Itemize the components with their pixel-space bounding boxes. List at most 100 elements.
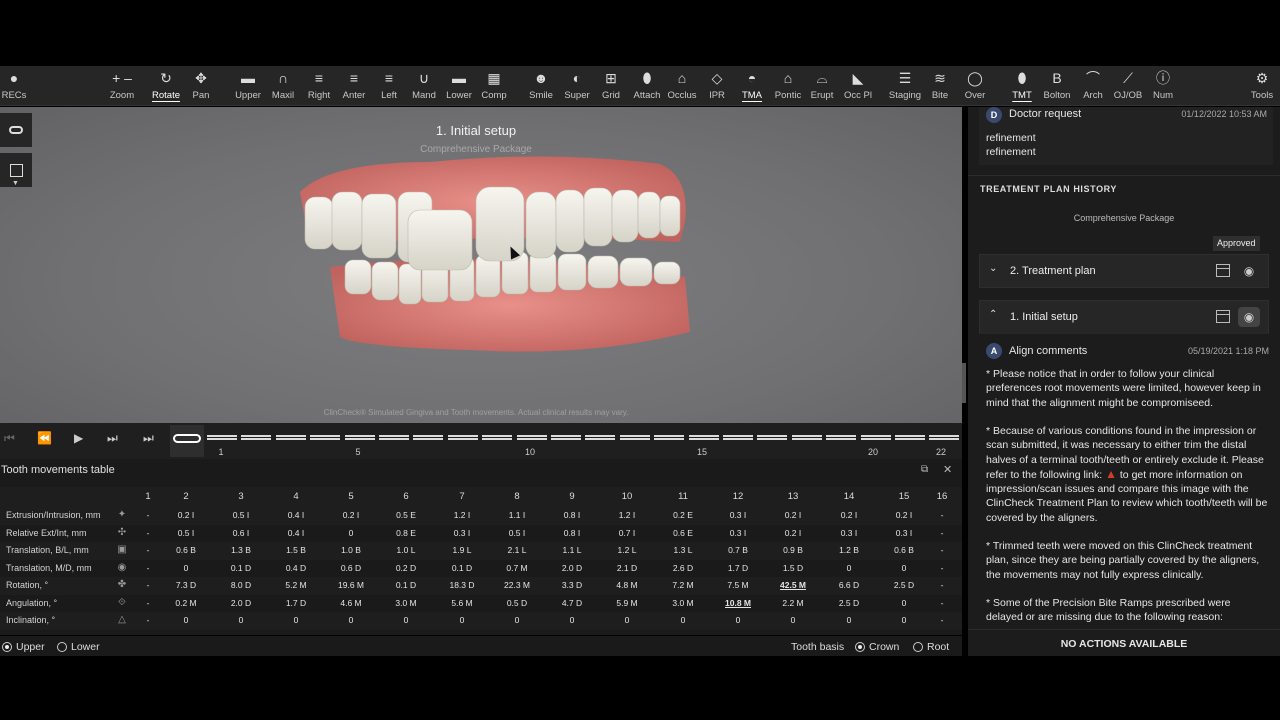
table-cell[interactable]: 0.7 B: [713, 545, 763, 555]
table-cell[interactable]: 7.2 M: [658, 580, 708, 590]
table-cell[interactable]: 6.6 D: [824, 580, 874, 590]
step-forward-icon[interactable]: ⏭: [107, 431, 118, 446]
table-cell[interactable]: 3.0 M: [658, 598, 708, 608]
skip-to-start-icon[interactable]: ⏮: [4, 431, 15, 446]
toolbar-recs-button[interactable]: ● RECs: [0, 68, 34, 104]
tooth-number[interactable]: 10: [607, 491, 647, 502]
tooth-number[interactable]: 13: [773, 491, 813, 502]
stage-bar[interactable]: [482, 435, 513, 440]
stage-bar[interactable]: [447, 435, 478, 440]
tooth-number[interactable]: 11: [663, 491, 703, 502]
toolbar-mand-button[interactable]: ∪ Mand: [404, 68, 444, 104]
table-cell[interactable]: 2.0 D: [547, 563, 597, 573]
tooth-number[interactable]: 14: [829, 491, 869, 502]
table-cell[interactable]: 2.2 M: [768, 598, 818, 608]
table-cell[interactable]: -: [917, 580, 967, 590]
tooth-number[interactable]: 16: [922, 491, 962, 502]
treatment-plan-row[interactable]: ⌄ 2. Treatment plan ◉: [979, 254, 1269, 288]
table-cell[interactable]: 1.0 B: [326, 545, 376, 555]
table-cell[interactable]: 0: [547, 615, 597, 625]
stage-bar[interactable]: [310, 435, 341, 440]
eye-icon[interactable]: ◉: [1238, 307, 1260, 327]
table-cell[interactable]: 1.3 L: [658, 545, 708, 555]
table-cell[interactable]: 4.7 D: [547, 598, 597, 608]
table-cell[interactable]: 1.2 B: [824, 545, 874, 555]
toolbar-occlus-button[interactable]: ⌂ Occlus: [662, 68, 702, 104]
stage-bar[interactable]: [895, 435, 925, 440]
table-cell[interactable]: 0.8 I: [547, 528, 597, 538]
table-cell[interactable]: 2.1 L: [492, 545, 542, 555]
upper-radio[interactable]: Upper: [2, 641, 45, 653]
stage-bar[interactable]: [207, 435, 237, 440]
table-cell[interactable]: 0: [437, 615, 487, 625]
table-cell[interactable]: 5.9 M: [602, 598, 652, 608]
stage-bar[interactable]: [723, 435, 753, 440]
toolbar-comp-button[interactable]: ▦ Comp: [474, 68, 514, 104]
toolbar-anter-button[interactable]: ≡ Anter: [334, 68, 374, 104]
toolbar-upper-button[interactable]: ▬ Upper: [228, 68, 268, 104]
table-cell[interactable]: 0.5 I: [492, 528, 542, 538]
table-cell[interactable]: 0.6 E: [658, 528, 708, 538]
table-cell[interactable]: 22.3 M: [492, 580, 542, 590]
table-cell[interactable]: 1.2 I: [437, 510, 487, 520]
toolbar-ipr-button[interactable]: ◇ IPR: [697, 68, 737, 104]
stage-bar[interactable]: [929, 435, 960, 440]
table-cell[interactable]: -: [917, 563, 967, 573]
table-cell[interactable]: 0.3 I: [713, 528, 763, 538]
table-cell[interactable]: 0.5 I: [161, 528, 211, 538]
table-cell[interactable]: 0.5 I: [216, 510, 266, 520]
stage-zero-marker[interactable]: [170, 425, 204, 457]
table-cell[interactable]: 0.6 B: [161, 545, 211, 555]
warning-icon[interactable]: ▲: [1105, 467, 1117, 481]
table-cell[interactable]: 0.3 I: [713, 510, 763, 520]
table-cell[interactable]: 0.5 E: [381, 510, 431, 520]
viewport-scrollbar[interactable]: [962, 363, 966, 403]
table-cell[interactable]: 3.3 D: [547, 580, 597, 590]
table-cell[interactable]: 0.2 E: [658, 510, 708, 520]
table-cell[interactable]: 0.7 I: [602, 528, 652, 538]
tooth-number[interactable]: 15: [884, 491, 924, 502]
table-cell[interactable]: 0: [381, 615, 431, 625]
table-cell[interactable]: 42.5 M: [768, 580, 818, 590]
teeth-model[interactable]: [290, 152, 700, 362]
table-cell[interactable]: 18.3 D: [437, 580, 487, 590]
table-cell[interactable]: 0.5 D: [492, 598, 542, 608]
table-cell[interactable]: 0: [602, 615, 652, 625]
stage-bar[interactable]: [826, 435, 857, 440]
toolbar-maxil-button[interactable]: ∩ Maxil: [263, 68, 303, 104]
table-cell[interactable]: 0.2 M: [161, 598, 211, 608]
stage-bar[interactable]: [619, 435, 650, 440]
table-cell[interactable]: 0.2 I: [768, 510, 818, 520]
toolbar-tmt-button[interactable]: ⬮ TMT: [1002, 68, 1042, 104]
toolbar-occpl-button[interactable]: ◣ Occ Pl: [838, 68, 878, 104]
step-back-icon[interactable]: ⏪: [37, 431, 52, 445]
table-cell[interactable]: 0.2 I: [161, 510, 211, 520]
initial-setup-row[interactable]: ⌃ 1. Initial setup ◉: [979, 300, 1269, 334]
toolbar-lower-button[interactable]: ▬ Lower: [439, 68, 479, 104]
toolbar-grid-button[interactable]: ⊞ Grid: [591, 68, 631, 104]
table-cell[interactable]: 0.8 E: [381, 528, 431, 538]
table-cell[interactable]: 0: [271, 615, 321, 625]
tooth-number[interactable]: 4: [276, 491, 316, 502]
layout-icon[interactable]: [1216, 264, 1230, 277]
tooth-number[interactable]: 8: [497, 491, 537, 502]
tooth-number[interactable]: 3: [221, 491, 261, 502]
table-cell[interactable]: 1.1 L: [547, 545, 597, 555]
table-cell[interactable]: -: [917, 598, 967, 608]
table-cell[interactable]: 0: [326, 528, 376, 538]
table-cell[interactable]: 0.3 I: [437, 528, 487, 538]
stage-bar[interactable]: [551, 435, 581, 440]
lower-radio[interactable]: Lower: [57, 641, 100, 653]
table-cell[interactable]: 0: [658, 615, 708, 625]
tooth-number[interactable]: 2: [166, 491, 206, 502]
tooth-number[interactable]: 9: [552, 491, 592, 502]
table-cell[interactable]: -: [917, 615, 967, 625]
stage-bar[interactable]: [860, 435, 891, 440]
toolbar-num-button[interactable]: ⓘ Num: [1143, 68, 1183, 104]
toolbar-right-button[interactable]: ≡ Right: [299, 68, 339, 104]
toolbar-over-button[interactable]: ◯ Over: [955, 68, 995, 104]
stage-bar[interactable]: [344, 435, 375, 440]
table-cell[interactable]: 0.1 D: [437, 563, 487, 573]
table-cell[interactable]: 0.9 B: [768, 545, 818, 555]
play-icon[interactable]: ▶: [74, 431, 83, 445]
